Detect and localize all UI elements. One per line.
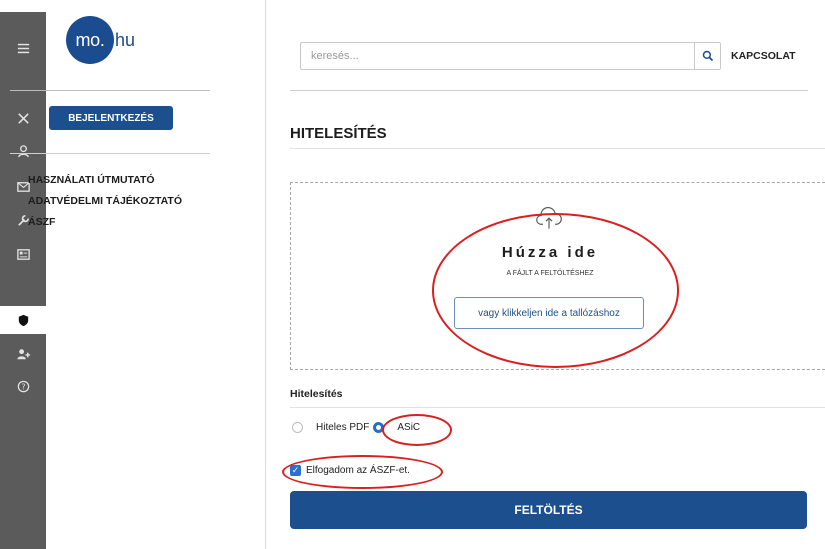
shield-icon[interactable] (0, 306, 46, 334)
sidebar-divider (10, 90, 210, 91)
sidebar-link-terms[interactable]: ÁSZF (28, 216, 182, 228)
sidebar (46, 0, 266, 549)
tools-icon[interactable] (0, 104, 46, 132)
dropzone-subtitle: A FÁJLT A FELTÖLTÉSHEZ (506, 270, 594, 277)
search-icon (702, 50, 713, 62)
accept-terms-label: Elfogadom az ÁSZF-et. (306, 465, 410, 476)
id-card-icon[interactable] (0, 240, 46, 268)
title-divider (290, 148, 825, 149)
menu-icon[interactable] (0, 34, 46, 62)
radio-hiteles-pdf[interactable] (292, 422, 303, 433)
page-title: HITELESÍTÉS (290, 125, 387, 142)
icon-rail: ? (0, 12, 46, 549)
format-options: Hiteles PDF ASiC (290, 422, 420, 433)
dropzone-title: Húzza ide (501, 244, 599, 261)
contact-link[interactable]: KAPCSOLAT (731, 50, 796, 62)
help-icon[interactable]: ? (0, 372, 46, 400)
login-button[interactable]: BEJELENTKEZÉS (49, 106, 173, 130)
sidebar-divider (10, 153, 210, 154)
accept-terms-checkbox[interactable]: ✓ (290, 465, 301, 476)
section-divider (290, 407, 825, 408)
logo-text: hu (115, 29, 136, 50)
browse-button[interactable]: vagy klikkeljen ide a tallózáshoz (454, 297, 644, 329)
sidebar-link-usage-guide[interactable]: HASZNÁLATI ÚTMUTATÓ (28, 174, 182, 186)
upload-button[interactable]: FELTÖLTÉS (290, 491, 807, 529)
header-divider (290, 90, 808, 91)
radio-label-hiteles-pdf: Hiteles PDF (316, 422, 370, 433)
user-icon[interactable] (0, 137, 46, 165)
section-label: Hitelesítés (290, 388, 343, 400)
search-box (300, 42, 721, 70)
accept-terms: ✓ Elfogadom az ÁSZF-et. (290, 465, 410, 476)
logo[interactable]: mo. hu (66, 16, 135, 64)
search-input[interactable] (301, 43, 694, 69)
search-button[interactable] (694, 43, 720, 69)
sidebar-links: HASZNÁLATI ÚTMUTATÓ ADATVÉDELMI TÁJÉKOZT… (28, 174, 182, 237)
cloud-upload-icon (536, 207, 562, 229)
radio-asic[interactable] (373, 422, 385, 433)
svg-text:?: ? (21, 382, 25, 391)
sidebar-link-privacy-notice[interactable]: ADATVÉDELMI TÁJÉKOZTATÓ (28, 195, 182, 207)
add-user-icon[interactable] (0, 340, 46, 368)
radio-label-asic: ASiC (397, 422, 421, 433)
logo-mark: mo. (66, 16, 114, 64)
